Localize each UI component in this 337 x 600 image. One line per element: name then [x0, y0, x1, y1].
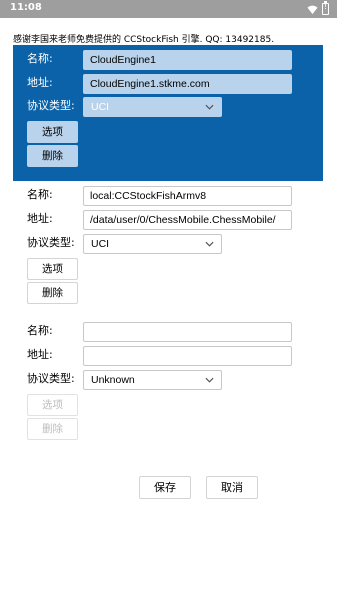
protocol-value: UCI — [91, 238, 110, 250]
options-button[interactable]: 选项 — [27, 394, 78, 416]
engine-address-field[interactable]: CloudEngine1.stkme.com — [83, 74, 292, 94]
name-label: 名称: — [27, 324, 53, 337]
engine-panel-1[interactable]: 名称: CloudEngine1 地址: CloudEngine1.stkme.… — [13, 45, 323, 181]
save-button[interactable]: 保存 — [139, 476, 191, 499]
protocol-value: UCI — [91, 101, 110, 113]
engine-name-field[interactable]: CloudEngine1 — [83, 50, 292, 70]
protocol-select[interactable]: UCI — [83, 97, 222, 117]
protocol-label: 协议类型: — [27, 236, 75, 249]
chevron-down-icon — [205, 377, 214, 383]
status-icons — [307, 1, 329, 15]
status-time: 11:08 — [10, 2, 42, 13]
status-bar: 11:08 — [0, 0, 337, 18]
protocol-select[interactable]: UCI — [83, 234, 222, 254]
address-label: 地址: — [27, 212, 53, 225]
protocol-select[interactable]: Unknown — [83, 370, 222, 390]
engine-panel-3[interactable]: 名称: 地址: 协议类型: Unknown 选项 删除 — [13, 318, 323, 442]
delete-button[interactable]: 删除 — [27, 145, 78, 167]
protocol-label: 协议类型: — [27, 99, 75, 112]
engine-name-field[interactable] — [83, 322, 292, 342]
engine-address-field[interactable] — [83, 346, 292, 366]
cancel-button[interactable]: 取消 — [206, 476, 258, 499]
options-button[interactable]: 选项 — [27, 121, 78, 143]
address-label: 地址: — [27, 348, 53, 361]
options-button[interactable]: 选项 — [27, 258, 78, 280]
protocol-label: 协议类型: — [27, 372, 75, 385]
engine-address-field[interactable]: /data/user/0/ChessMobile.ChessMobile/ — [83, 210, 292, 230]
wifi-icon — [307, 5, 318, 14]
chevron-down-icon — [205, 241, 214, 247]
address-label: 地址: — [27, 76, 53, 89]
delete-button[interactable]: 删除 — [27, 282, 78, 304]
engine-panel-2[interactable]: 名称: local:CCStockFishArmv8 地址: /data/use… — [13, 182, 323, 306]
thanks-text: 感谢李国来老师免费提供的 CCStockFish 引擎. QQ: 1349218… — [13, 35, 275, 45]
engine-name-field[interactable]: local:CCStockFishArmv8 — [83, 186, 292, 206]
battery-alert-icon — [322, 1, 329, 15]
delete-button[interactable]: 删除 — [27, 418, 78, 440]
name-label: 名称: — [27, 52, 53, 65]
chevron-down-icon — [205, 104, 214, 110]
protocol-value: Unknown — [91, 374, 135, 386]
name-label: 名称: — [27, 188, 53, 201]
